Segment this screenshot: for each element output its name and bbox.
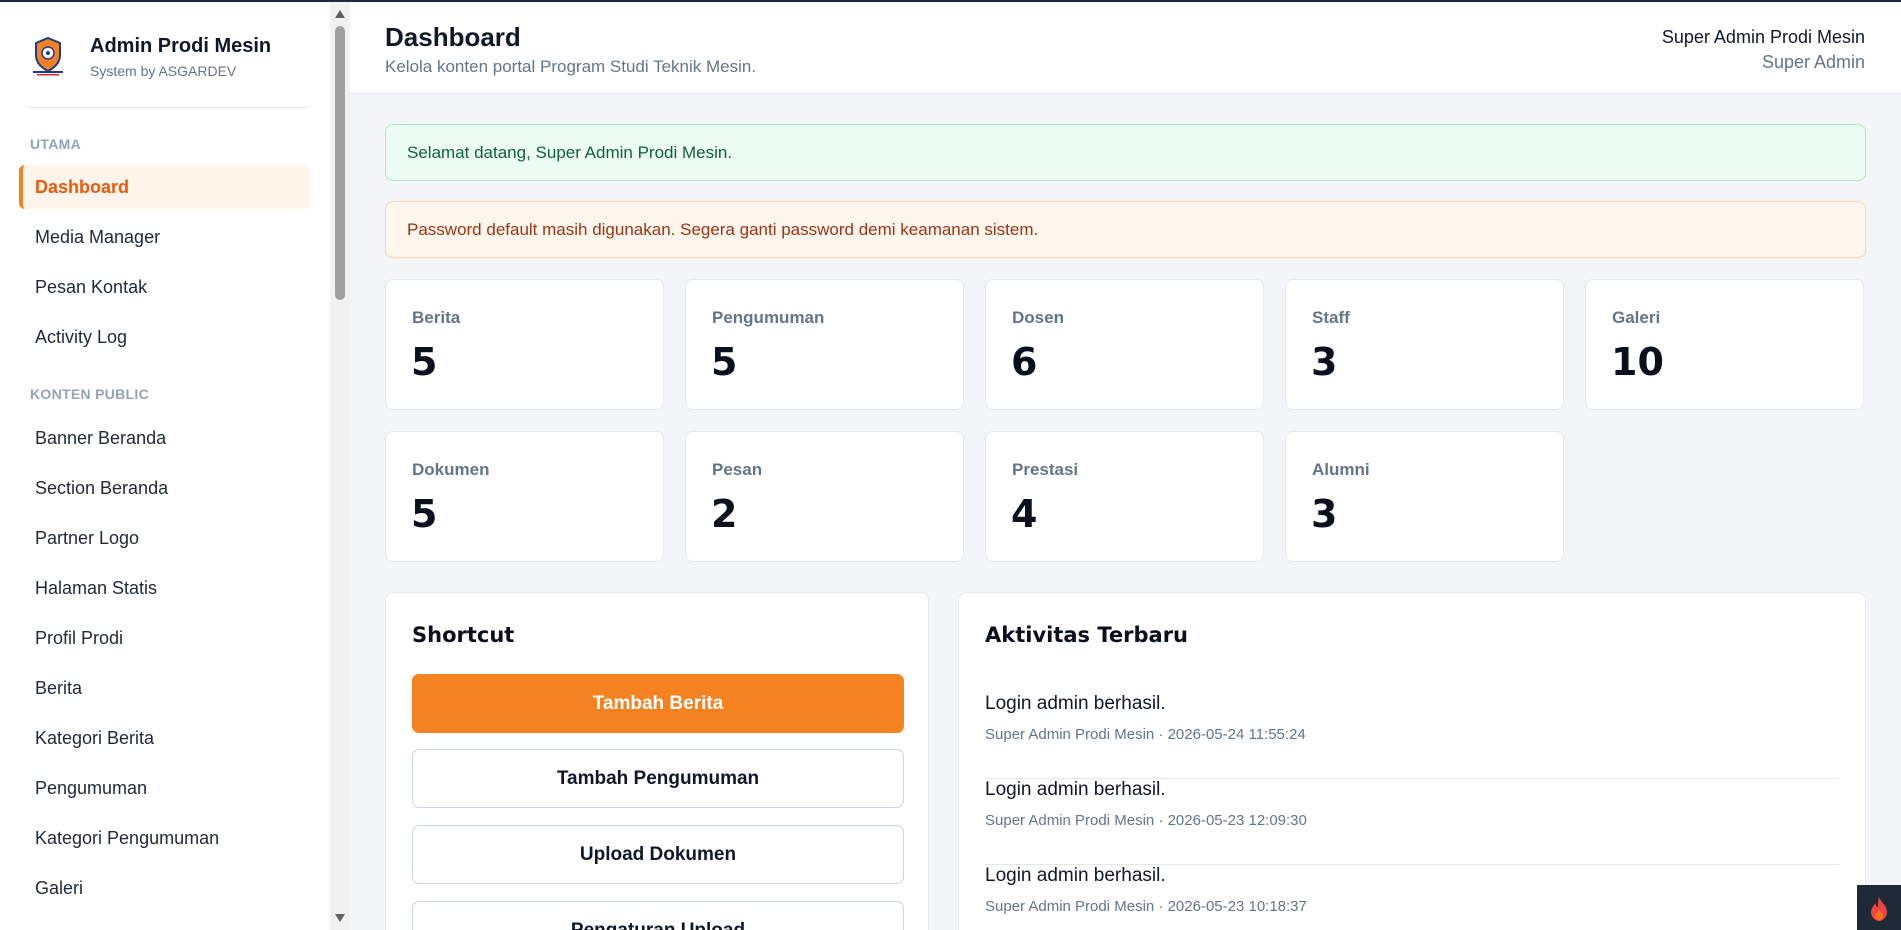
sidebar-item-section-beranda[interactable]: Section Beranda: [19, 466, 310, 510]
scroll-up-arrow-icon[interactable]: [335, 10, 345, 18]
nav-list-konten-public: Banner Beranda Section Beranda Partner L…: [19, 416, 310, 916]
stat-card-pengumuman: Pengumuman 5: [685, 279, 964, 410]
activity-item: Login admin berhasil. Super Admin Prodi …: [985, 779, 1839, 865]
sidebar-item-partner-logo[interactable]: Partner Logo: [19, 516, 310, 560]
stat-value: 6: [1011, 340, 1038, 384]
page-header: Dashboard Kelola konten portal Program S…: [350, 2, 1901, 94]
nav-section-utama: UTAMA: [30, 136, 82, 152]
stat-value: 2: [711, 492, 738, 536]
activity-item-meta: Super Admin Prodi Mesin · 2026-05-23 12:…: [985, 812, 1307, 829]
stat-label: Galeri: [1612, 308, 1661, 327]
sidebar-item-kategori-pengumuman[interactable]: Kategori Pengumuman: [19, 816, 310, 860]
activity-item-meta: Super Admin Prodi Mesin · 2026-05-24 11:…: [985, 726, 1306, 743]
shortcut-title: Shortcut: [412, 623, 515, 647]
stat-label: Prestasi: [1012, 460, 1079, 479]
stat-value: 4: [1011, 492, 1038, 536]
scroll-thumb[interactable]: [335, 26, 345, 300]
sidebar-item-pesan-kontak[interactable]: Pesan Kontak: [19, 265, 310, 309]
activity-title: Aktivitas Terbaru: [985, 623, 1189, 647]
sidebar-item-media-manager[interactable]: Media Manager: [19, 215, 310, 259]
sidebar-item-berita[interactable]: Berita: [19, 666, 310, 710]
stat-value: 5: [411, 492, 438, 536]
activity-panel: Aktivitas Terbaru Login admin berhasil. …: [958, 592, 1866, 930]
page-title: Dashboard: [385, 22, 521, 52]
nav-section-konten-public: KONTEN PUBLIC: [30, 386, 150, 402]
sidebar-item-halaman-statis[interactable]: Halaman Statis: [19, 566, 310, 610]
stat-label: Berita: [412, 308, 461, 327]
user-role: Super Admin: [1761, 52, 1865, 72]
brand-title: Admin Prodi Mesin: [90, 35, 272, 57]
scroll-down-arrow-icon[interactable]: [335, 914, 345, 922]
sidebar-item-galeri[interactable]: Galeri: [19, 866, 310, 910]
shortcut-panel: Shortcut Tambah Berita Tambah Pengumuman…: [385, 592, 929, 930]
sidebar-item-profil-prodi[interactable]: Profil Prodi: [19, 616, 310, 660]
sidebar: Admin Prodi Mesin System by ASGARDEV UTA…: [0, 2, 330, 930]
stat-card-pesan: Pesan 2: [685, 431, 964, 562]
stat-card-dokumen: Dokumen 5: [385, 431, 664, 562]
stat-label: Pesan: [712, 460, 763, 479]
stat-card-alumni: Alumni 3: [1285, 431, 1564, 562]
activity-item: Login admin berhasil. Super Admin Prodi …: [985, 693, 1839, 779]
sidebar-item-dashboard[interactable]: Dashboard: [19, 165, 310, 209]
password-warning-alert: Password default masih digunakan. Segera…: [385, 201, 1866, 258]
welcome-alert: Selamat datang, Super Admin Prodi Mesin.: [385, 124, 1866, 181]
sidebar-scrollbar[interactable]: [330, 2, 350, 930]
brand-subtitle: System by ASGARDEV: [90, 63, 237, 79]
stat-card-staff: Staff 3: [1285, 279, 1564, 410]
stat-label: Pengumuman: [712, 308, 825, 327]
sidebar-item-banner-beranda[interactable]: Banner Beranda: [19, 416, 310, 460]
stat-label: Alumni: [1312, 460, 1370, 479]
user-name[interactable]: Super Admin Prodi Mesin: [1662, 27, 1865, 48]
sidebar-item-kategori-berita[interactable]: Kategori Berita: [19, 716, 310, 760]
stat-label: Dosen: [1012, 308, 1064, 327]
stat-card-galeri: Galeri 10: [1585, 279, 1864, 410]
tambah-berita-button[interactable]: Tambah Berita: [412, 674, 904, 733]
activity-item-meta: Super Admin Prodi Mesin · 2026-05-23 10:…: [985, 898, 1307, 915]
activity-item: Login admin berhasil. Super Admin Prodi …: [985, 865, 1839, 930]
brand: Admin Prodi Mesin System by ASGARDEV: [26, 30, 310, 108]
activity-item-title: Login admin berhasil.: [985, 865, 1166, 886]
stat-value: 5: [411, 340, 438, 384]
stat-value: 10: [1611, 340, 1664, 384]
flame-icon[interactable]: [1857, 885, 1901, 930]
stat-card-dosen: Dosen 6: [985, 279, 1264, 410]
sidebar-item-pengumuman[interactable]: Pengumuman: [19, 766, 310, 810]
stat-card-berita: Berita 5: [385, 279, 664, 410]
stat-value: 5: [711, 340, 738, 384]
tambah-pengumuman-button[interactable]: Tambah Pengumuman: [412, 749, 904, 808]
page-subtitle: Kelola konten portal Program Studi Tekni…: [385, 57, 757, 76]
stat-card-prestasi: Prestasi 4: [985, 431, 1264, 562]
stat-value: 3: [1311, 340, 1338, 384]
pengaturan-upload-button[interactable]: Pengaturan Upload: [412, 901, 904, 930]
nav-list-utama: Dashboard Media Manager Pesan Kontak Act…: [19, 165, 310, 365]
stat-label: Staff: [1312, 308, 1350, 327]
activity-item-title: Login admin berhasil.: [985, 693, 1166, 714]
activity-item-title: Login admin berhasil.: [985, 779, 1166, 800]
stat-value: 3: [1311, 492, 1338, 536]
sidebar-item-activity-log[interactable]: Activity Log: [19, 315, 310, 359]
upload-dokumen-button[interactable]: Upload Dokumen: [412, 825, 904, 884]
stat-label: Dokumen: [412, 460, 490, 479]
university-logo-icon: [26, 34, 70, 78]
